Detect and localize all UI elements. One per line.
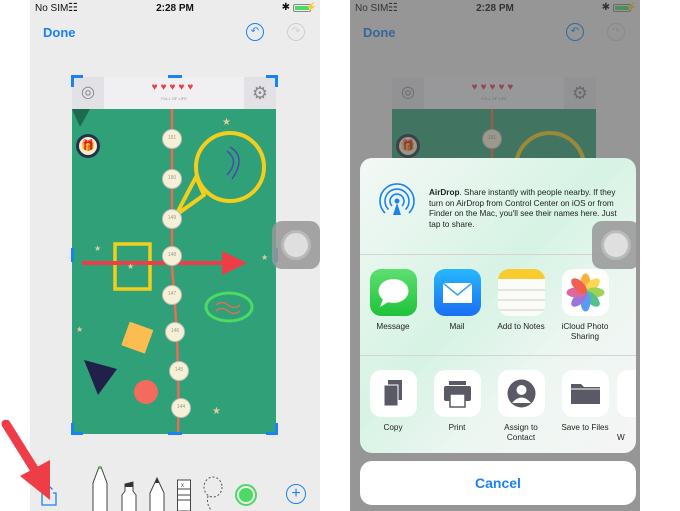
star-icon: ★: [76, 325, 84, 334]
undo-icon[interactable]: ↶: [246, 23, 264, 41]
star-icon: ★: [261, 253, 269, 262]
share-action-print[interactable]: Print: [425, 370, 489, 433]
coral-circle: [134, 380, 158, 404]
share-apps-row: Message Mail Add to Notes iCloud Photo S…: [360, 256, 636, 356]
green-oval: [204, 291, 254, 323]
pen-tool[interactable]: [90, 465, 110, 511]
copy-icon: [369, 370, 417, 417]
crop-handle-top[interactable]: [168, 75, 182, 78]
share-action-label: Assign to Contact: [504, 423, 538, 442]
moon-doodle-inner: [226, 150, 235, 176]
star-icon: ★: [222, 117, 231, 128]
bluetooth-icon: ✱: [281, 2, 290, 13]
folder-icon: [561, 370, 609, 417]
share-app-label: iCloud Photo Sharing: [561, 322, 609, 341]
color-picker[interactable]: [235, 484, 257, 506]
moon-doodle: [229, 146, 240, 180]
crop-handle-bottom-left-v[interactable]: [71, 423, 74, 435]
share-actions-row: Copy Print Assign to Contact Save to Fil…: [360, 357, 636, 453]
markup-toolbar: x +: [30, 460, 320, 511]
share-app-mail[interactable]: Mail: [425, 269, 489, 332]
level-node: 149: [162, 209, 182, 229]
gear-icon: ⚙: [244, 77, 276, 109]
share-action-more[interactable]: W: [617, 370, 636, 443]
share-app-message[interactable]: Message: [361, 269, 425, 332]
mail-icon: [433, 269, 481, 316]
level-node: 148: [162, 246, 182, 266]
markup-editor-screen: No SIM ☷ 2:28 PM ✱ ⚡ Done ↶ ↷ 151 150 14…: [30, 0, 320, 511]
share-sheet: AirDrop. Share instantly with people nea…: [360, 158, 636, 453]
share-action-label: Print: [448, 423, 466, 432]
eraser-tool[interactable]: x: [176, 479, 192, 511]
notes-icon: [497, 269, 545, 316]
pencil-tool[interactable]: [148, 477, 166, 511]
share-action-label: Copy: [383, 423, 403, 432]
game-header: ◎ ♥♥♥♥♥ FULL OF LIFE ⚙: [72, 77, 276, 109]
print-icon: [433, 370, 481, 417]
share-action-save-files[interactable]: Save to Files: [553, 370, 617, 433]
cancel-button[interactable]: Cancel: [360, 461, 636, 505]
share-action-copy[interactable]: Copy: [361, 370, 425, 433]
nav-bar: Done ↶ ↷: [30, 20, 320, 46]
level-node: 145: [169, 361, 189, 381]
share-app-label: Message: [376, 322, 410, 331]
redo-icon: ↷: [287, 23, 305, 41]
status-bar: No SIM ☷ 2:28 PM ✱ ⚡: [30, 0, 320, 18]
share-action-label: Save to Files: [561, 423, 609, 432]
star-icon: ★: [212, 406, 221, 417]
share-action-label: W: [617, 433, 625, 442]
screenshot-canvas[interactable]: 151 150 149 148 147 146 145 144 ★ ★ ★ ★ …: [72, 77, 276, 434]
level-node: 146: [165, 322, 185, 342]
crop-handle-left[interactable]: [71, 248, 74, 262]
star-icon: ★: [127, 262, 135, 271]
crop-handle-top-left-v[interactable]: [71, 75, 74, 87]
share-app-photos[interactable]: iCloud Photo Sharing: [553, 269, 617, 342]
crop-handle-top-right-v[interactable]: [275, 75, 278, 87]
svg-text:x: x: [181, 483, 184, 489]
charging-icon: ⚡: [305, 2, 317, 12]
level-node: 151: [162, 129, 182, 149]
partial-action: [617, 370, 636, 417]
speech-bubble: [194, 131, 266, 203]
share-action-assign-contact[interactable]: Assign to Contact: [489, 370, 553, 443]
gift-icon: 🎁: [76, 134, 100, 158]
contact-icon: [497, 370, 545, 417]
assistive-touch-button[interactable]: [272, 221, 320, 269]
star-icon: ★: [94, 244, 102, 253]
lasso-tool[interactable]: [202, 475, 224, 511]
done-button[interactable]: Done: [43, 25, 76, 40]
add-icon[interactable]: +: [286, 484, 306, 504]
orange-diamond: [121, 321, 154, 354]
message-icon: [369, 269, 417, 316]
crop-handle-bottom-right-v[interactable]: [275, 423, 278, 435]
share-sheet-screen: No SIM ☷ 2:28 PM ✱ ⚡ Done ↶ ↷ 151 ◎ ♥♥♥♥…: [350, 0, 640, 511]
clock: 2:28 PM: [156, 3, 194, 14]
crop-handle-bottom[interactable]: [168, 432, 182, 435]
share-app-label: Mail: [449, 322, 465, 331]
share-app-label: Add to Notes: [497, 322, 545, 331]
marker-tool[interactable]: [120, 481, 138, 511]
airdrop-title: AirDrop: [429, 188, 460, 197]
navy-triangle: [84, 360, 117, 395]
level-node: 150: [162, 169, 182, 189]
airdrop-icon: [379, 183, 415, 215]
red-arrow-head: [222, 251, 247, 275]
wave-doodle: [215, 301, 241, 315]
annotation-arrow: [1, 420, 50, 500]
palm-leaf: [72, 109, 90, 127]
level-node: 147: [162, 285, 182, 305]
assistive-touch-button[interactable]: [592, 221, 640, 269]
share-app-notes[interactable]: Add to Notes: [489, 269, 553, 332]
photos-icon: [561, 269, 609, 316]
level-node: 144: [171, 398, 191, 418]
